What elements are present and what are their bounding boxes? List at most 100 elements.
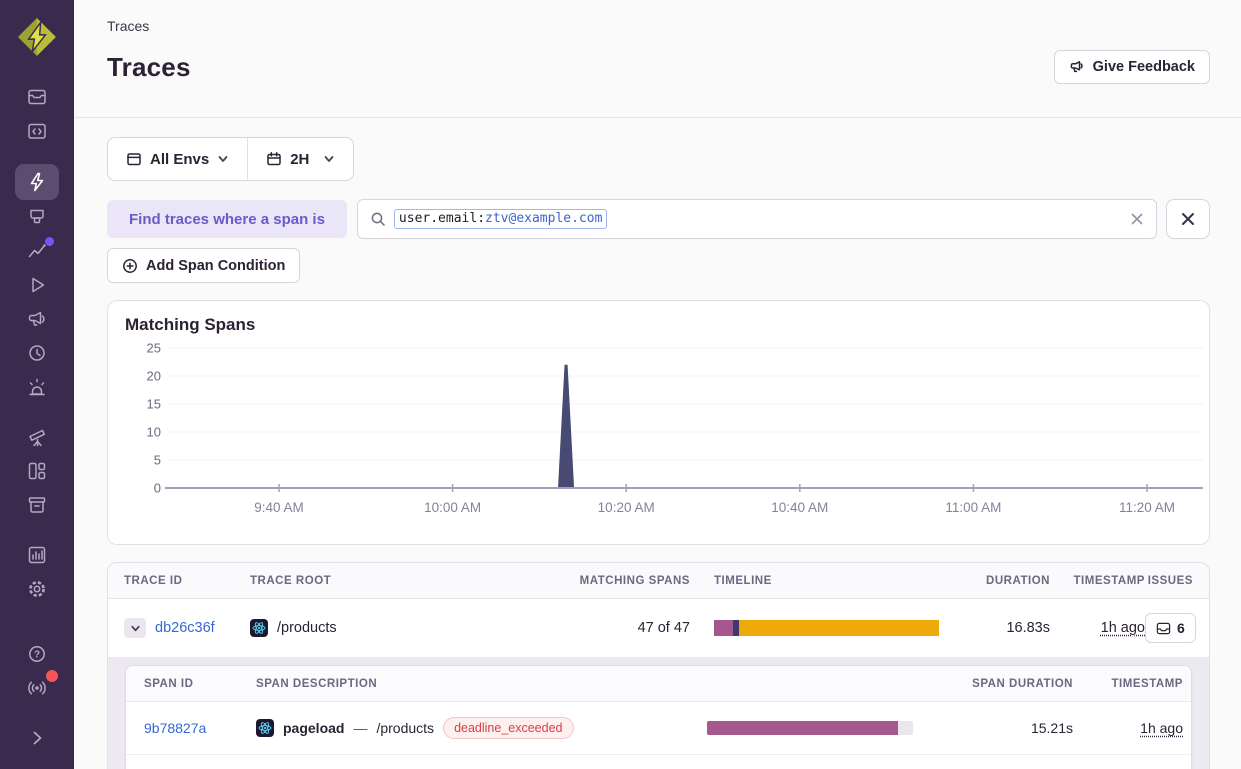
sidebar-item-user-feedback[interactable] [15,302,59,336]
trace-issues-count: 6 [1177,620,1185,636]
react-icon [256,719,274,737]
give-feedback-button[interactable]: Give Feedback [1054,50,1210,84]
sidebar-item-settings[interactable] [15,572,59,606]
chevron-down-icon [130,623,141,634]
sidebar-item-explore[interactable] [15,114,59,148]
releases-archive-icon [26,494,48,516]
dashboards-icon [26,460,48,482]
search-icon [370,211,386,227]
broadcast-icon [26,677,48,699]
span-timestamp[interactable]: 1h ago [1140,720,1183,736]
svg-text:5: 5 [154,453,161,468]
time-range-filter[interactable]: 2H [248,138,353,180]
traces-table: TRACE ID TRACE ROOT MATCHING SPANS TIMEL… [107,562,1210,769]
feedback-megaphone-icon [26,308,48,330]
span-op: pageload [283,720,344,736]
environment-filter[interactable]: All Envs [108,138,247,180]
clear-search-icon[interactable] [1130,212,1144,226]
usage-chart-icon [26,544,48,566]
span-duration: 15.21s [1031,720,1073,736]
performance-lightning-icon [26,171,48,193]
svg-text:11:20 AM: 11:20 AM [1119,500,1175,515]
span-condition-pill: Find traces where a span is [107,200,347,238]
collapse-chevron-icon [26,727,48,749]
span-description: /products [376,720,434,736]
sidebar: ? [0,0,74,769]
chevron-down-icon [323,153,335,165]
environment-filter-label: All Envs [150,151,209,168]
sidebar-item-help[interactable]: ? [15,637,59,671]
give-feedback-label: Give Feedback [1093,59,1195,75]
filter-row: All Envs 2H [107,137,1210,181]
span-row: b7a7e441 GO http.server — GET /organizat… [126,755,1191,769]
sidebar-item-replays[interactable] [15,268,59,302]
collapse-trace-button[interactable] [124,618,146,638]
trace-timeline-bar[interactable] [714,620,939,636]
sidebar-item-history[interactable] [15,336,59,370]
help-icon: ? [26,643,48,665]
trace-timestamp[interactable]: 1h ago [1101,620,1145,636]
sidebar-item-releases[interactable] [15,488,59,522]
app-root: ? Traces Traces [0,0,1241,769]
trace-duration: 16.83s [1006,620,1050,636]
sidebar-item-stats[interactable] [15,234,59,268]
svg-text:15: 15 [147,397,161,412]
replays-play-icon [26,274,48,296]
trace-id-link[interactable]: db26c36f [155,620,215,636]
app-logo[interactable] [16,16,58,58]
trace-root-label: /products [277,620,337,636]
sidebar-item-whats-new[interactable] [15,671,59,705]
projects-icon [26,206,48,228]
sidebar-item-dashboards[interactable] [15,454,59,488]
trace-issues-button[interactable]: 6 [1145,613,1196,643]
sidebar-item-discover[interactable] [15,420,59,454]
span-status-badge: deadline_exceeded [443,717,573,739]
svg-text:9:40 AM: 9:40 AM [254,500,304,515]
search-token[interactable]: user.email:ztv@example.com [394,209,608,229]
sidebar-collapse-toggle[interactable] [15,721,59,755]
svg-text:0: 0 [154,481,161,496]
sidebar-item-performance-active[interactable] [15,164,59,200]
col-span-duration: SPAN DURATION [972,678,1073,690]
sidebar-item-issues[interactable] [15,80,59,114]
react-icon [250,619,268,637]
col-trace-id: TRACE ID [124,575,250,587]
sidebar-item-projects[interactable] [15,200,59,234]
span-id-link[interactable]: 9b78827a [144,720,256,736]
sentry-logo-icon [16,16,58,58]
matching-spans-count: 47 of 47 [638,620,690,636]
add-span-condition-button[interactable]: Add Span Condition [107,248,300,283]
span-search-input[interactable]: user.email:ztv@example.com [357,199,1157,239]
sidebar-item-alerts[interactable] [15,370,59,404]
search-row: Find traces where a span is user.email:z… [107,199,1210,239]
col-issues: ISSUES [1148,575,1193,587]
main-area: Traces Traces Give Feedback All Envs [74,0,1241,769]
search-token-value: ztv@example.com [485,211,602,226]
svg-text:?: ? [34,650,40,661]
notification-dot-purple [45,237,54,246]
chevron-down-icon [217,153,229,165]
notification-dot-red [46,670,58,682]
search-token-key: user.email: [399,211,485,226]
col-span-description: SPAN DESCRIPTION [256,678,933,690]
settings-gear-icon [26,578,48,600]
page-filter-bar: All Envs 2H [107,137,354,181]
span-row: 9b78827a pageload — /products [126,702,1191,755]
svg-text:11:00 AM: 11:00 AM [945,500,1001,515]
trace-row: db26c36f /products 47 of 47 16.83s 1h ag… [108,599,1209,657]
svg-text:10:20 AM: 10:20 AM [598,500,655,515]
matching-spans-chart[interactable]: 05101520259:40 AM10:00 AM10:20 AM10:40 A… [125,341,1209,523]
span-table: SPAN ID SPAN DESCRIPTION SPAN DURATION T… [125,665,1192,769]
breadcrumb[interactable]: Traces [107,18,1210,34]
svg-text:10:40 AM: 10:40 AM [771,500,828,515]
page-title: Traces [107,52,191,83]
content: All Envs 2H Find traces where a span is [74,118,1241,769]
col-duration: DURATION [986,575,1050,587]
svg-text:20: 20 [147,369,161,384]
remove-condition-button[interactable] [1166,199,1210,239]
col-timestamp: TIMESTAMP [1073,575,1145,587]
sidebar-item-usage-stats[interactable] [15,538,59,572]
history-clock-icon [26,342,48,364]
chart-title: Matching Spans [125,315,1209,335]
svg-text:10: 10 [147,425,161,440]
